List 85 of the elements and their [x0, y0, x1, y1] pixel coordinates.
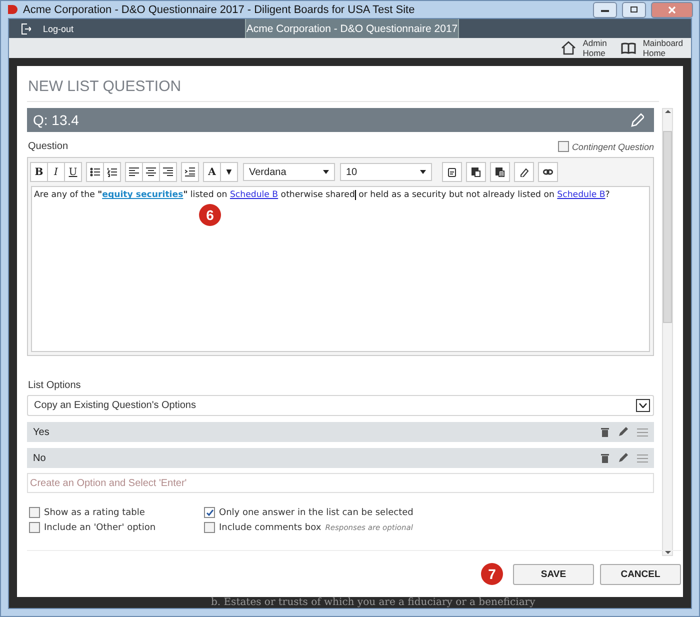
align-right-icon: [163, 167, 173, 177]
schedule-link[interactable]: Schedule B: [230, 190, 278, 200]
trash-icon[interactable]: [601, 427, 609, 437]
checkbox-label: Show as a rating table: [44, 508, 145, 518]
drag-handle-icon[interactable]: [637, 428, 648, 436]
checkbox[interactable]: [204, 507, 215, 518]
scroll-up-icon[interactable]: [664, 109, 670, 113]
step-badge: 6: [199, 204, 221, 226]
copy-options-select[interactable]: Copy an Existing Question's Options: [27, 395, 654, 416]
bullet-list-icon: [90, 167, 100, 177]
checkbox-label: Only one answer in the list can be selected: [219, 508, 414, 518]
save-button[interactable]: SAVE: [513, 564, 594, 584]
book-icon: [620, 42, 636, 54]
link-icon: [543, 167, 553, 177]
checkbox[interactable]: [29, 522, 40, 533]
paste-icon: [471, 167, 481, 177]
checkbox-label: Include comments box: [219, 522, 322, 532]
checkbox[interactable]: [204, 522, 215, 533]
option-row[interactable]: Yes: [27, 422, 654, 442]
eraser-icon: [519, 167, 529, 177]
format-button[interactable]: U: [64, 162, 82, 182]
font-select[interactable]: Verdana: [243, 163, 335, 181]
pencil-icon[interactable]: [630, 112, 644, 128]
toolbar-button[interactable]: [142, 162, 160, 182]
scrollbar[interactable]: [662, 108, 673, 556]
align-center-icon: [146, 167, 156, 177]
numbered-list-icon: [107, 167, 117, 177]
toolbar-button[interactable]: [86, 162, 104, 182]
indent-icon: [185, 167, 195, 177]
minimize-icon: [601, 8, 609, 12]
field-label: Question: [28, 141, 68, 152]
toolbar-button[interactable]: [442, 162, 462, 182]
dialog-title: NEW LIST QUESTION: [27, 66, 659, 102]
maximize-icon: [630, 6, 638, 13]
field-label: List Options: [28, 380, 81, 391]
background-text: b. Estates or trusts of which you are a fiduciary or a beneficiary: [210, 597, 536, 608]
shortcut-link[interactable]: Mainboard Home: [620, 38, 683, 58]
checkbox-label: Contingent Question: [572, 142, 654, 152]
format-button[interactable]: A: [203, 162, 221, 182]
questionnaire-tab[interactable]: Acme Corporation - D&O Questionnaire 2017: [245, 19, 459, 38]
question-header: Q: 13.4: [27, 108, 654, 132]
toolbar-button[interactable]: [125, 162, 143, 182]
format-button[interactable]: I: [47, 162, 65, 182]
align-left-icon: [129, 167, 139, 177]
toolbar-button[interactable]: [538, 162, 558, 182]
paste-word-icon: [495, 167, 505, 177]
toolbar-button[interactable]: [490, 162, 510, 182]
paste-text-icon: [447, 167, 457, 177]
toolbar-button[interactable]: [159, 162, 177, 182]
trash-icon[interactable]: [601, 453, 609, 463]
option-row[interactable]: No: [27, 448, 654, 468]
window-title: Acme Corporation - D&O Questionnaire 2017 - Diligent Boards for USA Test Site: [23, 4, 416, 16]
size-select[interactable]: 10: [340, 163, 432, 181]
cancel-button[interactable]: CANCEL: [600, 564, 681, 584]
maximize-button[interactable]: [622, 2, 646, 18]
option-label: Yes: [33, 426, 50, 438]
checkbox[interactable]: [29, 507, 40, 518]
format-button[interactable]: B: [30, 162, 48, 182]
new-option-field[interactable]: Create an Option and Select 'Enter': [27, 473, 654, 493]
step-badge: 7: [481, 563, 503, 585]
close-icon: [668, 6, 676, 14]
toolbar-button[interactable]: [103, 162, 121, 182]
schedule-link[interactable]: Schedule B: [557, 190, 606, 200]
option-label: No: [33, 452, 46, 464]
home-icon: [560, 41, 576, 55]
logout-button[interactable]: Log-out: [9, 19, 245, 38]
dropdown-icon: [636, 399, 650, 412]
toolbar-button[interactable]: [466, 162, 486, 182]
close-button[interactable]: [651, 2, 693, 18]
scroll-down-icon[interactable]: [664, 551, 670, 555]
drag-handle-icon[interactable]: [637, 454, 648, 462]
app-logo-icon: [7, 4, 18, 15]
term-link[interactable]: equity securities: [102, 190, 184, 200]
pencil-icon[interactable]: [618, 427, 628, 437]
toolbar-button[interactable]: [514, 162, 534, 182]
shortcut-link[interactable]: Admin Home: [560, 38, 607, 58]
toolbar-button[interactable]: [181, 162, 199, 182]
pencil-icon[interactable]: [618, 453, 628, 463]
checkbox[interactable]: [558, 141, 569, 152]
caret-icon: [323, 170, 329, 174]
caret-icon: [420, 170, 426, 174]
checkbox-label: Include an 'Other' option: [44, 522, 156, 532]
logout-icon: [21, 22, 31, 34]
minimize-button[interactable]: [593, 2, 617, 18]
question-text: Are any of the "equity securities" listed on Schedule B otherwise shared or held as a security but not already listed on Schedule B?: [34, 190, 610, 200]
